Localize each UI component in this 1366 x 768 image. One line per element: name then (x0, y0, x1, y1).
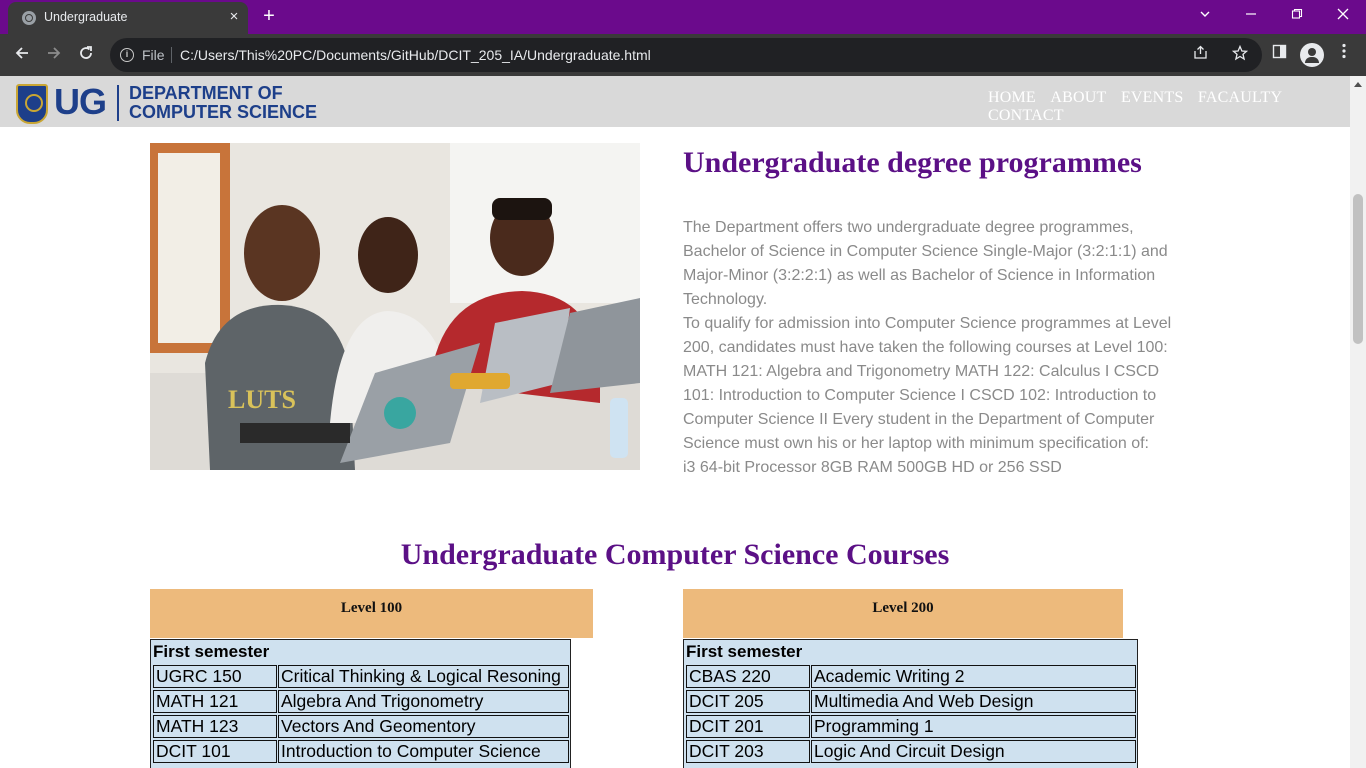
logo-divider (117, 85, 119, 121)
course-code: DCIT 101 (153, 740, 277, 763)
undergraduate-programmes-title: Undergraduate degree programmes (683, 146, 1142, 179)
info-icon[interactable]: i (120, 48, 134, 62)
programmes-paragraph-2: To qualify for admission into Computer S… (683, 315, 1172, 452)
tab-search-icon[interactable] (1193, 4, 1217, 26)
site-nav: HOME ABOUT EVENTS FACAULTY CONTACT (988, 89, 1350, 124)
nav-contact[interactable]: CONTACT (988, 107, 1064, 124)
course-code: DCIT 201 (686, 715, 810, 738)
students-photo: LUTS (150, 143, 640, 470)
ug-crest-logo (16, 84, 48, 124)
svg-text:LUTS: LUTS (228, 385, 296, 414)
close-window-icon[interactable] (1331, 4, 1355, 26)
page-scrollbar[interactable] (1350, 76, 1366, 768)
bookmark-star-icon[interactable] (1230, 44, 1250, 65)
course-code: CBAS 220 (686, 665, 810, 688)
course-title: Critical Thinking & Logical Resoning (278, 665, 569, 688)
table-row: DCIT 205 Multimedia And Web Design (684, 689, 1137, 714)
course-title: Algebra And Trigonometry (278, 690, 569, 713)
department-logo-text: DEPARTMENT OF COMPUTER SCIENCE (129, 84, 317, 122)
table-row: DCIT 201 Programming 1 (684, 714, 1137, 739)
programmes-paragraph-3: i3 64-bit Processor 8GB RAM 500GB HD or … (683, 459, 1062, 476)
semester-label: First semester (153, 642, 270, 661)
course-code: MATH 121 (153, 690, 277, 713)
programmes-description: The Department offers two undergraduate … (683, 216, 1178, 480)
site-header: UG DEPARTMENT OF COMPUTER SCIENCE HOME A… (0, 76, 1350, 127)
nav-home[interactable]: HOME (988, 89, 1036, 106)
programmes-paragraph-1: The Department offers two undergraduate … (683, 219, 1168, 308)
course-title: Introduction to Computer Science (278, 740, 569, 763)
course-title: Vectors And Geomentory (278, 715, 569, 738)
course-code: MATH 123 (153, 715, 277, 738)
back-arrow-icon[interactable] (10, 43, 34, 67)
new-tab-button[interactable]: + (257, 5, 281, 29)
course-code: UGRC 150 (153, 665, 277, 688)
browser-tab-undergraduate[interactable]: Undergraduate × (8, 2, 248, 34)
courses-title: Undergraduate Computer Science Courses (400, 538, 950, 571)
minimize-icon[interactable] (1239, 4, 1263, 26)
forward-arrow-icon[interactable] (42, 43, 66, 67)
profile-avatar-icon[interactable] (1300, 43, 1324, 67)
table-row: DCIT 203 Logic And Circuit Design (684, 739, 1137, 764)
share-icon[interactable] (1190, 45, 1210, 65)
table-row: DCIT 101 Introduction to Computer Scienc… (151, 739, 570, 764)
tab-title: Undergraduate (44, 10, 128, 24)
nav-about[interactable]: ABOUT (1050, 89, 1106, 106)
level-100-table: First semester UGRC 150 Critical Thinkin… (150, 639, 571, 768)
globe-icon (22, 11, 36, 25)
course-title: Programming 1 (811, 715, 1136, 738)
address-bar[interactable]: i File C:/Users/This%20PC/Documents/GitH… (110, 38, 1262, 72)
nav-facaulty[interactable]: FACAULTY (1198, 89, 1282, 106)
scroll-up-arrow-icon[interactable] (1354, 82, 1362, 87)
restore-icon[interactable] (1285, 4, 1309, 26)
side-panel-icon[interactable] (1267, 43, 1291, 67)
level-200-header: Level 200 (683, 589, 1123, 638)
scrollbar-thumb[interactable] (1353, 194, 1363, 344)
table-row: UGRC 150 Critical Thinking & Logical Res… (151, 664, 570, 689)
reload-icon[interactable] (74, 43, 98, 67)
browser-tab-strip: Undergraduate × + (0, 0, 1366, 34)
course-title: Multimedia And Web Design (811, 690, 1136, 713)
browser-toolbar: i File C:/Users/This%20PC/Documents/GitH… (0, 34, 1366, 76)
ug-logo-mark: UG (54, 81, 107, 122)
logo-line-2: COMPUTER SCIENCE (129, 102, 318, 122)
course-code: DCIT 203 (686, 740, 810, 763)
table-row: CBAS 220 Academic Writing 2 (684, 664, 1137, 689)
course-title: Logic And Circuit Design (811, 740, 1136, 763)
page-viewport: UG DEPARTMENT OF COMPUTER SCIENCE HOME A… (0, 76, 1366, 768)
level-200-table: First semester CBAS 220 Academic Writing… (683, 639, 1138, 768)
url-text[interactable]: C:/Users/This%20PC/Documents/GitHub/DCIT… (180, 47, 651, 63)
level-100-header: Level 100 (150, 589, 593, 638)
close-tab-icon[interactable]: × (224, 7, 244, 27)
course-title: Academic Writing 2 (811, 665, 1136, 688)
nav-events[interactable]: EVENTS (1121, 89, 1184, 106)
course-code: DCIT 205 (686, 690, 810, 713)
more-menu-icon[interactable] (1332, 43, 1356, 67)
table-row: MATH 121 Algebra And Trigonometry (151, 689, 570, 714)
logo-line-1: DEPARTMENT OF (129, 83, 283, 103)
file-scheme-label: File (142, 47, 165, 63)
table-row: MATH 123 Vectors And Geomentory (151, 714, 570, 739)
semester-label: First semester (686, 642, 803, 661)
address-separator (171, 47, 172, 63)
